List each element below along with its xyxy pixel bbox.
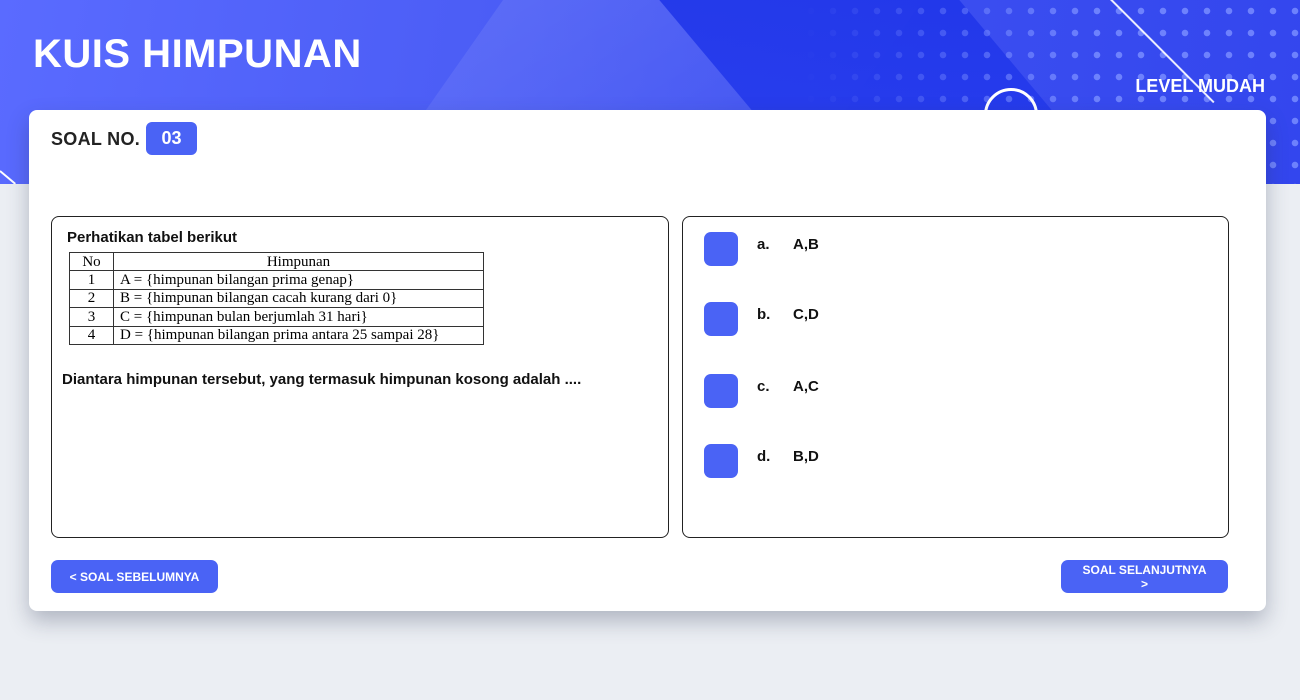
table-cell-no: 1 [69, 270, 114, 290]
option-d-letter: d. [757, 447, 771, 465]
table-cell-no: 2 [69, 288, 114, 309]
table-header-set: Himpunan [113, 251, 484, 272]
header-decoration-left-line [0, 170, 16, 184]
option-a-letter: a. [757, 235, 770, 253]
answers-panel: a. A,B b. C,D c. A,C d. B,D [682, 216, 1229, 538]
option-b[interactable]: b. C,D [704, 302, 1004, 336]
option-d[interactable]: d. B,D [704, 444, 1004, 478]
level-label: LEVEL MUDAH [1135, 76, 1265, 96]
table-header-row: No Himpunan [69, 251, 484, 272]
page-title: KUIS HIMPUNAN [33, 32, 362, 76]
question-number-badge: 03 [146, 122, 197, 155]
table-cell-set: A = {himpunan bilangan prima genap} [113, 270, 484, 290]
next-question-button[interactable]: SOAL SELANJUTNYA > [1061, 560, 1228, 593]
option-b-radio[interactable] [704, 302, 738, 336]
table-cell-set: C = {himpunan bulan berjumlah 31 hari} [113, 307, 484, 327]
table-row: 4 D = {himpunan bilangan prima antara 25… [69, 325, 484, 345]
option-d-radio[interactable] [704, 444, 738, 478]
sets-table: No Himpunan 1 A = {himpunan bilangan pri… [69, 251, 484, 345]
table-cell-no: 4 [69, 325, 114, 345]
question-number-label: SOAL NO. [51, 129, 141, 149]
option-a-radio[interactable] [704, 232, 738, 266]
question-panel: Perhatikan tabel berikut No Himpunan 1 A… [51, 216, 669, 538]
table-cell-set: B = {himpunan bilangan cacah kurang dari… [113, 288, 484, 309]
quiz-card: SOAL NO. 03 Perhatikan tabel berikut No … [29, 110, 1266, 611]
question-text: Diantara himpunan tersebut, yang termasu… [62, 371, 582, 388]
option-a-answer: A,B [793, 235, 819, 253]
question-intro: Perhatikan tabel berikut [67, 229, 238, 246]
option-c-letter: c. [757, 377, 770, 395]
option-b-answer: C,D [793, 305, 819, 323]
table-cell-set: D = {himpunan bilangan prima antara 25 s… [113, 325, 484, 345]
option-c-answer: A,C [793, 377, 819, 395]
table-cell-no: 3 [69, 307, 114, 327]
table-header-no: No [69, 251, 114, 272]
option-a[interactable]: a. A,B [704, 232, 1004, 266]
option-d-answer: B,D [793, 447, 819, 465]
table-row: 1 A = {himpunan bilangan prima genap} [69, 270, 484, 290]
option-b-letter: b. [757, 305, 771, 323]
table-row: 2 B = {himpunan bilangan cacah kurang da… [69, 288, 484, 309]
option-c-radio[interactable] [704, 374, 738, 408]
option-c[interactable]: c. A,C [704, 374, 1004, 408]
table-row: 3 C = {himpunan bulan berjumlah 31 hari} [69, 307, 484, 327]
previous-question-button[interactable]: < SOAL SEBELUMNYA [51, 560, 218, 593]
